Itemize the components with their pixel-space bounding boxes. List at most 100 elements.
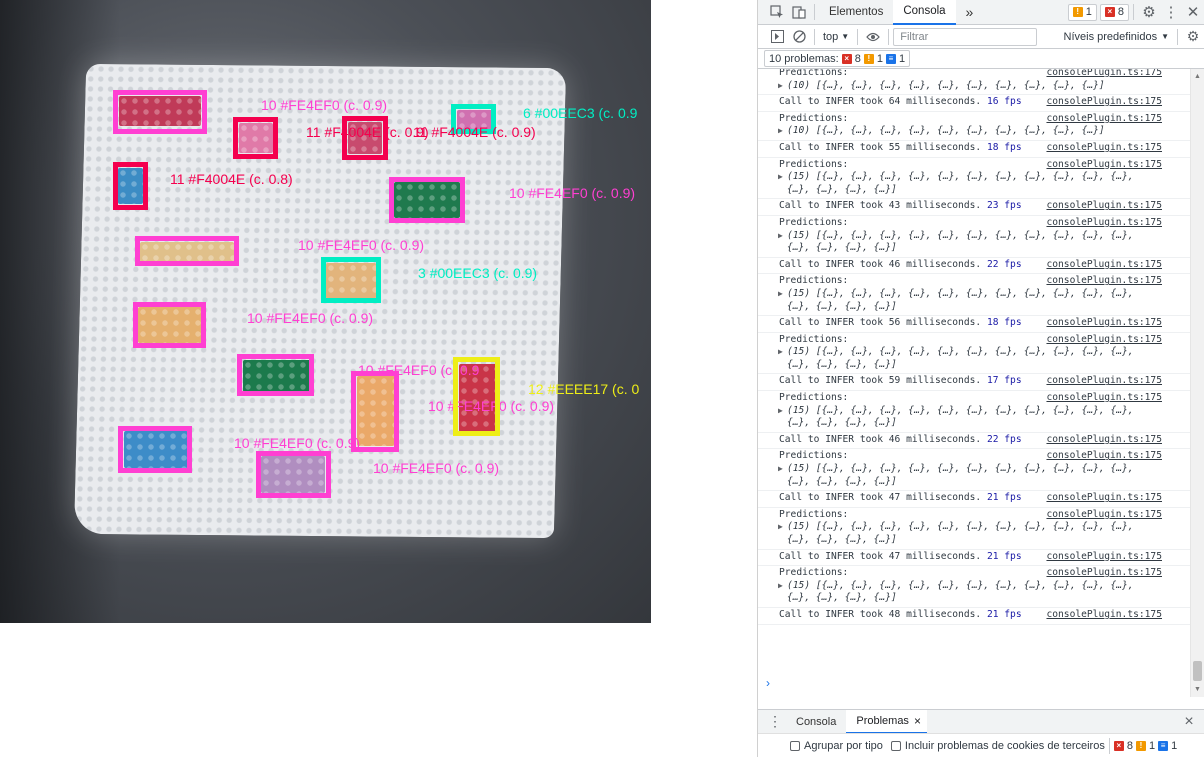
expand-triangle-icon[interactable]: ▶ xyxy=(778,580,783,593)
detection-box xyxy=(113,162,148,210)
close-drawer-icon[interactable]: × xyxy=(1178,711,1200,733)
device-toolbar-icon[interactable] xyxy=(788,1,810,23)
array-preview[interactable]: {…}, {…}, {…}, {…}] xyxy=(779,417,1190,430)
source-link[interactable]: consolePlugin.ts:175 xyxy=(1046,492,1162,503)
array-preview[interactable]: ▶ (15) [{…}, {…}, {…}, {…}, {…}, {…}, {…}… xyxy=(778,346,1190,359)
array-preview[interactable]: {…}, {…}, {…}, {…}] xyxy=(779,592,1190,605)
source-link[interactable]: consolePlugin.ts:175 xyxy=(1046,450,1162,461)
kebab-menu-icon[interactable]: ⋮ xyxy=(1160,1,1182,23)
expand-triangle-icon[interactable]: ▶ xyxy=(778,463,783,476)
drawer-error-count: 8 xyxy=(1126,739,1133,752)
detection-box xyxy=(233,117,278,159)
console-log-predictions: consolePlugin.ts:175 Predictions: ▶ (15) [{… xyxy=(758,274,1190,317)
settings-gear-icon[interactable]: ⚙ xyxy=(1138,1,1160,23)
console-log-predictions: consolePlugin.ts:175 Predictions: ▶ (15) [{… xyxy=(758,391,1190,433)
include-third-party-checkbox[interactable]: Incluir problemas de cookies de terceiro… xyxy=(890,740,1105,752)
warning-icon: ! xyxy=(1072,7,1083,17)
source-link[interactable]: consolePlugin.ts:175 xyxy=(1046,142,1162,153)
clear-console-icon[interactable] xyxy=(788,26,810,48)
array-preview[interactable]: {…}, {…}, {…}, {…}] xyxy=(779,534,1190,547)
expand-triangle-icon[interactable]: ▶ xyxy=(778,125,783,138)
source-link[interactable]: consolePlugin.ts:175 xyxy=(1046,317,1162,328)
array-preview[interactable]: {…}, {…}, {…}, {…}] xyxy=(779,476,1190,489)
source-link[interactable]: consolePlugin.ts:175 xyxy=(1046,259,1162,270)
more-tabs-button[interactable]: » xyxy=(956,0,984,25)
issues-button[interactable]: 10 problemas: × 8 ! 1 ≡ 1 xyxy=(764,50,911,67)
close-tab-icon[interactable]: × xyxy=(914,714,921,728)
source-link[interactable]: consolePlugin.ts:175 xyxy=(1046,113,1162,124)
detection-box xyxy=(135,236,239,266)
console-log-timing: consolePlugin.ts:175 Call to INFER took 6… xyxy=(758,95,1190,112)
array-preview[interactable]: {…}, {…}, {…}, {…}] xyxy=(779,242,1190,255)
array-preview[interactable]: ▶ (15) [{…}, {…}, {…}, {…}, {…}, {…}, {…}… xyxy=(778,288,1190,301)
scrollbar-thumb[interactable] xyxy=(1193,661,1202,681)
source-link[interactable]: consolePlugin.ts:175 xyxy=(1046,392,1162,403)
scroll-down-arrow-icon[interactable]: ▼ xyxy=(1194,686,1201,693)
detection-box xyxy=(237,354,314,396)
source-link[interactable]: consolePlugin.ts:175 xyxy=(1046,69,1162,78)
array-preview[interactable]: ▶ (15) [{…}, {…}, {…}, {…}, {…}, {…}, {…}… xyxy=(778,405,1190,418)
context-selector[interactable]: top ▼ xyxy=(819,31,853,43)
expand-triangle-icon[interactable]: ▶ xyxy=(778,288,783,301)
timing-text: Call to INFER took 47 milliseconds. xyxy=(779,492,987,504)
scroll-up-arrow-icon[interactable]: ▲ xyxy=(1194,73,1201,80)
expand-triangle-icon[interactable]: ▶ xyxy=(778,521,783,534)
source-link[interactable]: consolePlugin.ts:175 xyxy=(1046,551,1162,562)
array-preview[interactable]: ▶ (15) [{…}, {…}, {…}, {…}, {…}, {…}, {…}… xyxy=(778,521,1190,534)
console-log-predictions: consolePlugin.ts:175 Predictions: ▶ (15) [{… xyxy=(758,566,1190,608)
tab-elements[interactable]: Elementos xyxy=(819,0,893,25)
source-link[interactable]: consolePlugin.ts:175 xyxy=(1046,96,1162,107)
errors-counter[interactable]: × 8 xyxy=(1099,3,1129,21)
console-settings-gear-icon[interactable]: ⚙ xyxy=(1182,26,1204,48)
console-scrollbar[interactable]: ▲ ▼ xyxy=(1190,69,1204,697)
array-preview[interactable]: ▶ (15) [{…}, {…}, {…}, {…}, {…}, {…}, {…}… xyxy=(778,171,1190,184)
inspect-element-icon[interactable] xyxy=(766,1,788,23)
drawer-tab-issues[interactable]: Problemas × xyxy=(846,709,927,734)
source-link[interactable]: consolePlugin.ts:175 xyxy=(1046,434,1162,445)
array-preview[interactable]: ▶ (10) [{…}, {…}, {…}, {…}, {…}, {…}, {…}… xyxy=(778,80,1190,93)
filter-input[interactable]: Filtrar xyxy=(893,27,1038,46)
array-preview[interactable]: ▶ (10) [{…}, {…}, {…}, {…}, {…}, {…}, {…}… xyxy=(778,125,1190,138)
console-log-timing: consolePlugin.ts:175 Call to INFER took 4… xyxy=(758,491,1190,508)
expand-triangle-icon[interactable]: ▶ xyxy=(778,230,783,243)
array-preview[interactable]: {…}, {…}, {…}, {…}] xyxy=(779,359,1190,372)
array-preview[interactable]: {…}, {…}, {…}, {…}] xyxy=(779,301,1190,314)
detection-label: 10 #FE4EF0 (c. 0.9) xyxy=(261,97,388,113)
close-devtools-icon[interactable]: ✕ xyxy=(1182,1,1204,23)
source-link[interactable]: consolePlugin.ts:175 xyxy=(1046,509,1162,520)
issues-options-bar: Agrupar por tipo Incluir problemas de co… xyxy=(758,733,1204,757)
source-link[interactable]: consolePlugin.ts:175 xyxy=(1046,375,1162,386)
expand-triangle-icon[interactable]: ▶ xyxy=(778,80,783,93)
drawer-tab-issues-label: Problemas xyxy=(856,714,909,727)
tab-console[interactable]: Consola xyxy=(893,0,956,25)
timing-text: Call to INFER took 59 milliseconds. xyxy=(779,375,987,387)
source-link[interactable]: consolePlugin.ts:175 xyxy=(1046,275,1162,286)
log-levels-dropdown[interactable]: Níveis predefinidos ▼ xyxy=(1064,31,1173,43)
source-link[interactable]: consolePlugin.ts:175 xyxy=(1046,200,1162,211)
warnings-counter[interactable]: ! 1 xyxy=(1067,3,1097,21)
array-preview[interactable]: ▶ (15) [{…}, {…}, {…}, {…}, {…}, {…}, {…}… xyxy=(778,463,1190,476)
live-expression-eye-icon[interactable] xyxy=(862,26,884,48)
console-toolbar: top ▼ Filtrar Níveis predefinidos ▼ ⚙ xyxy=(758,25,1204,49)
array-preview[interactable]: ▶ (15) [{…}, {…}, {…}, {…}, {…}, {…}, {…}… xyxy=(778,580,1190,593)
checkbox-box[interactable] xyxy=(890,740,901,751)
source-link[interactable]: consolePlugin.ts:175 xyxy=(1046,567,1162,578)
detection-label: 10 #FE4EF0 (c. 0.9) xyxy=(234,435,361,451)
source-link[interactable]: consolePlugin.ts:175 xyxy=(1046,334,1162,345)
source-link[interactable]: consolePlugin.ts:175 xyxy=(1046,159,1162,170)
expand-triangle-icon[interactable]: ▶ xyxy=(778,346,783,359)
expand-triangle-icon[interactable]: ▶ xyxy=(778,171,783,184)
console-prompt[interactable]: › xyxy=(766,676,770,690)
array-preview[interactable]: ▶ (15) [{…}, {…}, {…}, {…}, {…}, {…}, {…}… xyxy=(778,230,1190,243)
checkbox-box[interactable] xyxy=(790,740,800,751)
sidebar-toggle-icon[interactable] xyxy=(766,26,788,48)
array-preview[interactable]: {…}, {…}, {…}, {…}] xyxy=(779,184,1190,197)
warning-icon: ! xyxy=(1135,740,1146,751)
drawer-tab-console[interactable]: Consola xyxy=(786,710,846,734)
group-by-type-checkbox[interactable]: Agrupar por tipo xyxy=(790,740,883,752)
source-link[interactable]: consolePlugin.ts:175 xyxy=(1046,609,1162,620)
expand-triangle-icon[interactable]: ▶ xyxy=(778,405,783,418)
timing-text: Call to INFER took 55 milliseconds. xyxy=(779,141,987,153)
drawer-menu-icon[interactable]: ⋮ xyxy=(764,711,786,733)
source-link[interactable]: consolePlugin.ts:175 xyxy=(1046,217,1162,228)
